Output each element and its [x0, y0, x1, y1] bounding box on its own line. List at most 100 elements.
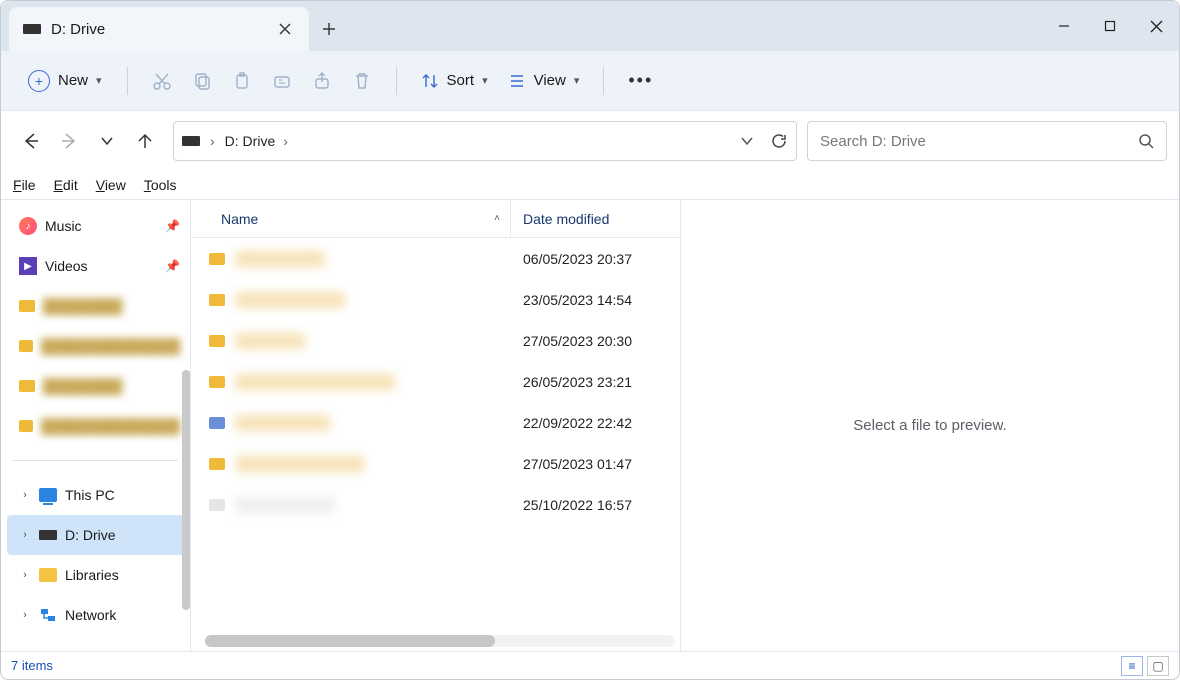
tab-d-drive[interactable]: D: Drive — [9, 7, 309, 51]
drive-icon — [23, 24, 41, 34]
new-tab-button[interactable] — [309, 7, 349, 51]
sidebar-item-d-drive[interactable]: › D: Drive — [7, 515, 184, 555]
expand-icon[interactable]: › — [19, 489, 31, 501]
content-area: Name ˄ Date modified 06/05/2023 20:37 23… — [191, 200, 1179, 651]
menu-file[interactable]: FFileile — [13, 177, 36, 193]
share-button[interactable] — [304, 63, 340, 99]
column-header-name[interactable]: Name ˄ — [191, 200, 511, 237]
cut-button[interactable] — [144, 63, 180, 99]
sidebar-item-blurred[interactable]: ████████ — [1, 366, 190, 406]
sidebar-label: Network — [65, 607, 116, 623]
horizontal-scrollbar[interactable] — [205, 635, 675, 647]
thumbnails-view-button[interactable]: ▢ — [1147, 656, 1169, 676]
view-button[interactable]: View ▾ — [500, 63, 588, 99]
sidebar-item-blurred[interactable]: ████████ — [1, 286, 190, 326]
file-row[interactable]: 06/05/2023 20:37 — [191, 238, 680, 279]
sidebar-item-music[interactable]: ♪ Music 📌 — [1, 206, 190, 246]
scrollbar-thumb[interactable] — [205, 635, 495, 647]
file-row[interactable]: 25/10/2022 16:57 — [191, 484, 680, 525]
expand-icon[interactable]: › — [19, 609, 31, 621]
tab-close-button[interactable] — [273, 17, 297, 41]
rename-icon — [272, 71, 292, 91]
close-window-button[interactable] — [1133, 1, 1179, 51]
address-bar[interactable]: › D: Drive › — [173, 121, 797, 161]
column-header-date[interactable]: Date modified — [511, 200, 680, 237]
more-button[interactable]: ••• — [620, 63, 661, 99]
address-history-button[interactable] — [740, 134, 754, 148]
recent-locations-button[interactable] — [95, 129, 119, 153]
redacted-filename — [235, 333, 305, 349]
file-row[interactable]: 27/05/2023 20:30 — [191, 320, 680, 361]
folder-icon — [209, 335, 225, 347]
details-view-button[interactable]: ≡ — [1121, 656, 1143, 676]
sidebar-label: Videos — [45, 258, 88, 274]
file-row[interactable]: 27/05/2023 01:47 — [191, 443, 680, 484]
redacted-filename — [235, 374, 395, 390]
sort-button[interactable]: Sort ▾ — [413, 63, 496, 99]
sidebar-item-blurred[interactable]: ██████████████ — [1, 326, 190, 366]
pc-icon — [39, 488, 57, 502]
sidebar-item-videos[interactable]: ▶ Videos 📌 — [1, 246, 190, 286]
new-button[interactable]: + New ▾ — [19, 63, 111, 99]
file-icon — [209, 499, 225, 511]
refresh-button[interactable] — [770, 132, 788, 150]
file-date: 22/09/2022 22:42 — [511, 415, 680, 431]
redacted-label: ████████ — [43, 378, 122, 394]
file-date: 25/10/2022 16:57 — [511, 497, 680, 513]
folder-icon — [19, 300, 35, 312]
file-icon — [209, 417, 225, 429]
share-icon — [312, 71, 332, 91]
arrow-right-icon — [60, 132, 78, 150]
forward-button[interactable] — [57, 129, 81, 153]
sidebar-label: This PC — [65, 487, 115, 503]
command-toolbar: + New ▾ Sort ▾ View — [1, 51, 1179, 111]
refresh-icon — [770, 132, 788, 150]
sidebar-item-libraries[interactable]: › Libraries — [1, 555, 190, 595]
chevron-right-icon: › — [283, 133, 288, 149]
up-button[interactable] — [133, 129, 157, 153]
menu-tools[interactable]: Tools — [144, 177, 177, 193]
delete-button[interactable] — [344, 63, 380, 99]
file-row[interactable]: 22/09/2022 22:42 — [191, 402, 680, 443]
titlebar: D: Drive — [1, 1, 1179, 51]
breadcrumb-d-drive[interactable]: D: Drive › — [225, 133, 288, 149]
status-bar: 7 items ≡ ▢ — [1, 651, 1179, 679]
sort-label: Sort — [447, 72, 475, 89]
sidebar-label: Libraries — [65, 567, 119, 583]
redacted-filename — [235, 497, 335, 513]
search-icon — [1138, 133, 1154, 149]
search-box[interactable] — [807, 121, 1167, 161]
sidebar-item-blurred[interactable]: ██████████████ — [1, 406, 190, 446]
file-date: 27/05/2023 01:47 — [511, 456, 680, 472]
redacted-filename — [235, 415, 330, 431]
chevron-down-icon: ▾ — [574, 74, 580, 87]
music-icon: ♪ — [19, 217, 37, 235]
menu-view[interactable]: View — [96, 177, 126, 193]
expand-icon[interactable]: › — [19, 529, 31, 541]
sidebar-scrollbar[interactable] — [182, 370, 190, 610]
back-button[interactable] — [19, 129, 43, 153]
copy-button[interactable] — [184, 63, 220, 99]
search-input[interactable] — [820, 133, 1138, 150]
sidebar-item-network[interactable]: › Network — [1, 595, 190, 635]
navigation-pane: ♪ Music 📌 ▶ Videos 📌 ████████ ██████████… — [1, 200, 191, 651]
folder-icon — [209, 253, 225, 265]
menu-edit[interactable]: Edit — [54, 177, 78, 193]
tab-title: D: Drive — [51, 21, 105, 38]
file-row[interactable]: 23/05/2023 14:54 — [191, 279, 680, 320]
paste-button[interactable] — [224, 63, 260, 99]
file-row[interactable]: 26/05/2023 23:21 — [191, 361, 680, 402]
rename-button[interactable] — [264, 63, 300, 99]
minimize-icon — [1058, 20, 1070, 32]
arrow-up-icon — [136, 132, 154, 150]
expand-icon[interactable]: › — [19, 569, 31, 581]
maximize-icon — [1104, 20, 1116, 32]
maximize-button[interactable] — [1087, 1, 1133, 51]
sidebar-item-this-pc[interactable]: › This PC — [1, 475, 190, 515]
chevron-down-icon: ▾ — [96, 74, 102, 87]
drive-icon — [39, 530, 57, 540]
redacted-filename — [235, 456, 365, 472]
chevron-down-icon: ▾ — [482, 74, 488, 87]
minimize-button[interactable] — [1041, 1, 1087, 51]
file-explorer-window: D: Drive + New ▾ — [0, 0, 1180, 680]
